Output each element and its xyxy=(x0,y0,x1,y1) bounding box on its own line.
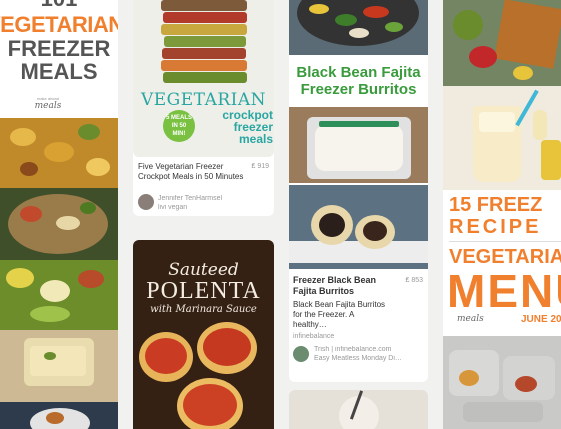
save-count: ₤ 853 xyxy=(405,277,423,284)
pin-column-1: 101 VEGETARIAN FREEZER MEALS make ahead … xyxy=(0,0,118,429)
pin-sauteed-polenta[interactable]: Sauteed POLENTA with Marinara Sauce xyxy=(133,240,274,429)
wraps-photo xyxy=(443,336,561,429)
banner-line-1: Black Bean Fajita xyxy=(296,64,421,81)
meals-logo: make ahead meals xyxy=(34,96,62,111)
bowl-photo xyxy=(0,402,118,429)
pin-black-bean-burritos[interactable]: Black Bean Fajita Freezer Burritos Freez… xyxy=(289,0,428,382)
cover-subtitle: crockpot freezer meals xyxy=(222,108,273,146)
burrito-halves-photo xyxy=(289,185,428,269)
polenta-title-line-1: Sauteed xyxy=(168,260,239,280)
curry-photo xyxy=(0,118,118,188)
pin-title[interactable]: Freezer Black Bean Fajita Burritos xyxy=(293,275,393,297)
polenta-title-line-3: with Marinara Sauce xyxy=(150,304,257,315)
pinner-board[interactable]: Easy Meatless Monday Di… xyxy=(314,355,426,362)
cover-title-line-4: MEALS xyxy=(20,59,98,84)
cover-title-line-2: VEGETARIAN xyxy=(0,12,118,37)
food-photo-grid[interactable] xyxy=(0,118,118,429)
stir-fry-photo xyxy=(0,260,118,330)
pinner-avatar[interactable] xyxy=(293,346,309,362)
smoothie-photo[interactable] xyxy=(443,86,561,190)
menu-title-line-1: 15 FREEZ xyxy=(449,194,543,216)
tofu-salad-photo[interactable] xyxy=(443,0,561,86)
wrapped-burritos-photo xyxy=(289,107,428,183)
freezer-meals-cover[interactable]: 101 VEGETARIAN FREEZER MEALS make ahead … xyxy=(0,0,118,118)
pin-column-2: VEGETARIAN 5 MEALS IN 50 MIN! crockpot f… xyxy=(133,0,274,429)
freezer-bags-stack xyxy=(161,0,249,84)
pin-column-3: Black Bean Fajita Freezer Burritos Freez… xyxy=(289,0,428,429)
save-count: ₤ 919 xyxy=(251,163,269,170)
menu-title-line-2: RECIPE xyxy=(449,216,542,238)
pin-drink[interactable] xyxy=(289,390,428,429)
menu-date: JUNE 20 xyxy=(521,314,561,325)
pinner-board[interactable]: livi vegan xyxy=(158,204,268,211)
polenta-photo xyxy=(133,322,274,429)
cover-title-line-1: 101 xyxy=(0,0,118,12)
menu-title-line-4: MENU xyxy=(447,265,561,317)
pinner-name[interactable]: Jennifer TenHarmsel xyxy=(158,195,268,202)
pin-icon: ₤ xyxy=(251,163,256,170)
cover-title: VEGETARIAN xyxy=(140,90,267,110)
pin-source[interactable]: infinebalance xyxy=(293,333,334,340)
polenta-title-line-2: POLENTA xyxy=(146,278,261,304)
pin-icon: ₤ xyxy=(405,277,410,284)
pin-crockpot-meals[interactable]: VEGETARIAN 5 MEALS IN 50 MIN! crockpot f… xyxy=(133,0,274,216)
five-meals-badge: 5 MEALS IN 50 MIN! xyxy=(163,110,195,142)
casserole-photo xyxy=(0,330,118,402)
pin-description: Black Bean Fajita Burritos for the Freez… xyxy=(293,300,386,329)
burrito-banner: Black Bean Fajita Freezer Burritos xyxy=(289,55,428,107)
pinner-name[interactable]: Trish | infinebalance.com xyxy=(314,346,426,353)
crockpot-cover-image[interactable]: VEGETARIAN 5 MEALS IN 50 MIN! crockpot f… xyxy=(133,0,274,157)
pinner-avatar[interactable] xyxy=(138,194,154,210)
salad-photo xyxy=(0,188,118,260)
freezer-menu-cover[interactable]: 15 FREEZ RECIPE VEGETARIAN MENU meals JU… xyxy=(443,190,561,429)
banner-line-2: Freezer Burritos xyxy=(300,81,417,98)
pin-column-4: 15 FREEZ RECIPE VEGETARIAN MENU meals JU… xyxy=(443,0,561,429)
pin-caption[interactable]: Five Vegetarian Freezer Crockpot Meals i… xyxy=(138,162,246,182)
fajita-veg-photo[interactable] xyxy=(289,0,428,55)
meals-logo: meals xyxy=(457,314,484,324)
